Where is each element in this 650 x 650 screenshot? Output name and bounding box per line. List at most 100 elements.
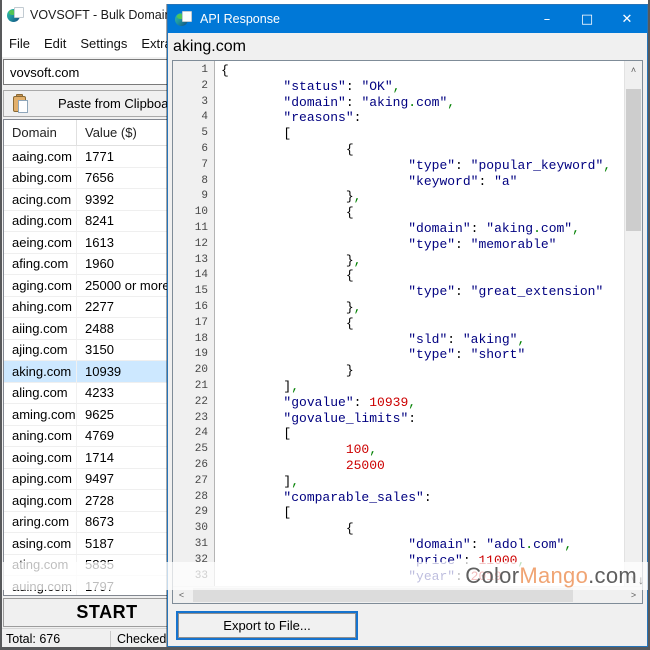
code-line: 8 "keyword": "a" [173, 174, 625, 190]
cell-domain: aqing.com [4, 490, 77, 511]
code-text: "sld": "aking", [215, 332, 525, 348]
cell-domain: aring.com [4, 512, 77, 533]
json-response-viewer[interactable]: 1{2 "status": "OK",3 "domain": "aking.co… [172, 60, 643, 604]
code-line: 31 "domain": "adol.com", [173, 537, 625, 553]
code-text: "type": "short" [215, 347, 525, 363]
code-line: 21 ], [173, 379, 625, 395]
close-button[interactable]: ✕ [607, 5, 647, 33]
code-line: 22 "govalue": 10939, [173, 395, 625, 411]
window-controls: –□✕ [527, 5, 647, 33]
code-line: 15 "type": "great_extension" [173, 284, 625, 300]
line-number: 29 [173, 505, 215, 521]
horizontal-scrollbar-thumb[interactable] [193, 588, 573, 602]
code-line: 1{ [173, 63, 625, 79]
menu-item-edit[interactable]: Edit [37, 32, 73, 55]
cell-domain: aping.com [4, 469, 77, 490]
code-text: }, [215, 300, 361, 316]
code-text: { [215, 205, 354, 221]
line-number: 5 [173, 126, 215, 142]
code-text: "type": "great_extension" [215, 284, 603, 300]
minimize-button[interactable]: – [527, 5, 567, 33]
code-text: }, [215, 253, 361, 269]
line-number: 24 [173, 426, 215, 442]
cell-domain: aking.com [4, 361, 77, 382]
line-number: 26 [173, 458, 215, 474]
cell-domain: ading.com [4, 211, 77, 232]
line-number: 21 [173, 379, 215, 395]
code-text: [ [215, 426, 291, 442]
code-line: 19 "type": "short" [173, 347, 625, 363]
code-text: "comparable_sales": [215, 490, 432, 506]
api-titlebar[interactable]: API Response –□✕ [168, 5, 647, 33]
scroll-up-icon[interactable]: ˄ [625, 61, 642, 78]
code-text: "reasons": [215, 110, 361, 126]
code-text: ], [215, 379, 299, 395]
line-number: 4 [173, 110, 215, 126]
cell-domain: aiing.com [4, 318, 77, 339]
code-text: } [215, 363, 354, 379]
code-text: "type": "popular_keyword", [215, 158, 611, 174]
line-number: 8 [173, 174, 215, 190]
code-line: 28 "comparable_sales": [173, 490, 625, 506]
code-line: 3 "domain": "aking.com", [173, 95, 625, 111]
cell-domain: aoing.com [4, 447, 77, 468]
line-number: 13 [173, 253, 215, 269]
column-header-domain[interactable]: Domain [4, 120, 77, 145]
cell-domain: aging.com [4, 275, 77, 296]
code-text: "govalue": 10939, [215, 395, 416, 411]
code-text: [ [215, 126, 291, 142]
api-bottom-panel: Export to File... [168, 604, 647, 646]
api-window-title: API Response [200, 12, 280, 26]
maximize-button[interactable]: □ [567, 5, 607, 33]
line-number: 7 [173, 158, 215, 174]
code-line: 2 "status": "OK", [173, 79, 625, 95]
colormango-watermark: ColorMango.com ↓ [0, 562, 650, 590]
start-button-label: START [76, 602, 137, 623]
line-number: 12 [173, 237, 215, 253]
line-number: 31 [173, 537, 215, 553]
vovsoft-logo-icon [7, 7, 24, 23]
code-line: 17 { [173, 316, 625, 332]
api-domain-label: aking.com [173, 38, 246, 56]
line-number: 6 [173, 142, 215, 158]
cell-domain: abing.com [4, 168, 77, 189]
code-text: { [215, 63, 229, 79]
code-line: 13 }, [173, 253, 625, 269]
vertical-scrollbar[interactable]: ˄ ˅ [624, 61, 642, 587]
code-text: "type": "memorable" [215, 237, 556, 253]
export-to-file-button[interactable]: Export to File... [176, 611, 358, 640]
code-line: 16 }, [173, 300, 625, 316]
code-text: "keyword": "a" [215, 174, 517, 190]
menu-item-file[interactable]: File [2, 32, 37, 55]
code-text: }, [215, 189, 361, 205]
code-line: 6 { [173, 142, 625, 158]
line-number: 22 [173, 395, 215, 411]
watermark-down-arrow-icon: ↓ [638, 573, 644, 587]
code-line: 11 "domain": "aking.com", [173, 221, 625, 237]
line-number: 20 [173, 363, 215, 379]
export-button-label: Export to File... [223, 618, 310, 633]
vertical-scrollbar-thumb[interactable] [626, 89, 641, 231]
code-line: 14 { [173, 268, 625, 284]
line-number: 17 [173, 316, 215, 332]
code-text: { [215, 142, 354, 158]
code-text: 100, [215, 442, 377, 458]
code-text: [ [215, 505, 291, 521]
code-line: 18 "sld": "aking", [173, 332, 625, 348]
cell-domain: asing.com [4, 533, 77, 554]
code-line: 10 { [173, 205, 625, 221]
code-text: "govalue_limits": [215, 411, 416, 427]
domain-input-value: vovsoft.com [10, 65, 79, 80]
code-text: "domain": "adol.com", [215, 537, 572, 553]
code-line: 29 [ [173, 505, 625, 521]
api-domain-header: aking.com [168, 33, 647, 60]
line-number: 23 [173, 411, 215, 427]
line-number: 3 [173, 95, 215, 111]
code-line: 27 ], [173, 474, 625, 490]
json-code: 1{2 "status": "OK",3 "domain": "aking.co… [173, 63, 625, 584]
cell-domain: ajing.com [4, 340, 77, 361]
api-response-window: API Response –□✕ aking.com 1{2 "status":… [167, 4, 648, 647]
code-line: 4 "reasons": [173, 110, 625, 126]
cell-domain: aaing.com [4, 146, 77, 167]
menu-item-settings[interactable]: Settings [73, 32, 134, 55]
